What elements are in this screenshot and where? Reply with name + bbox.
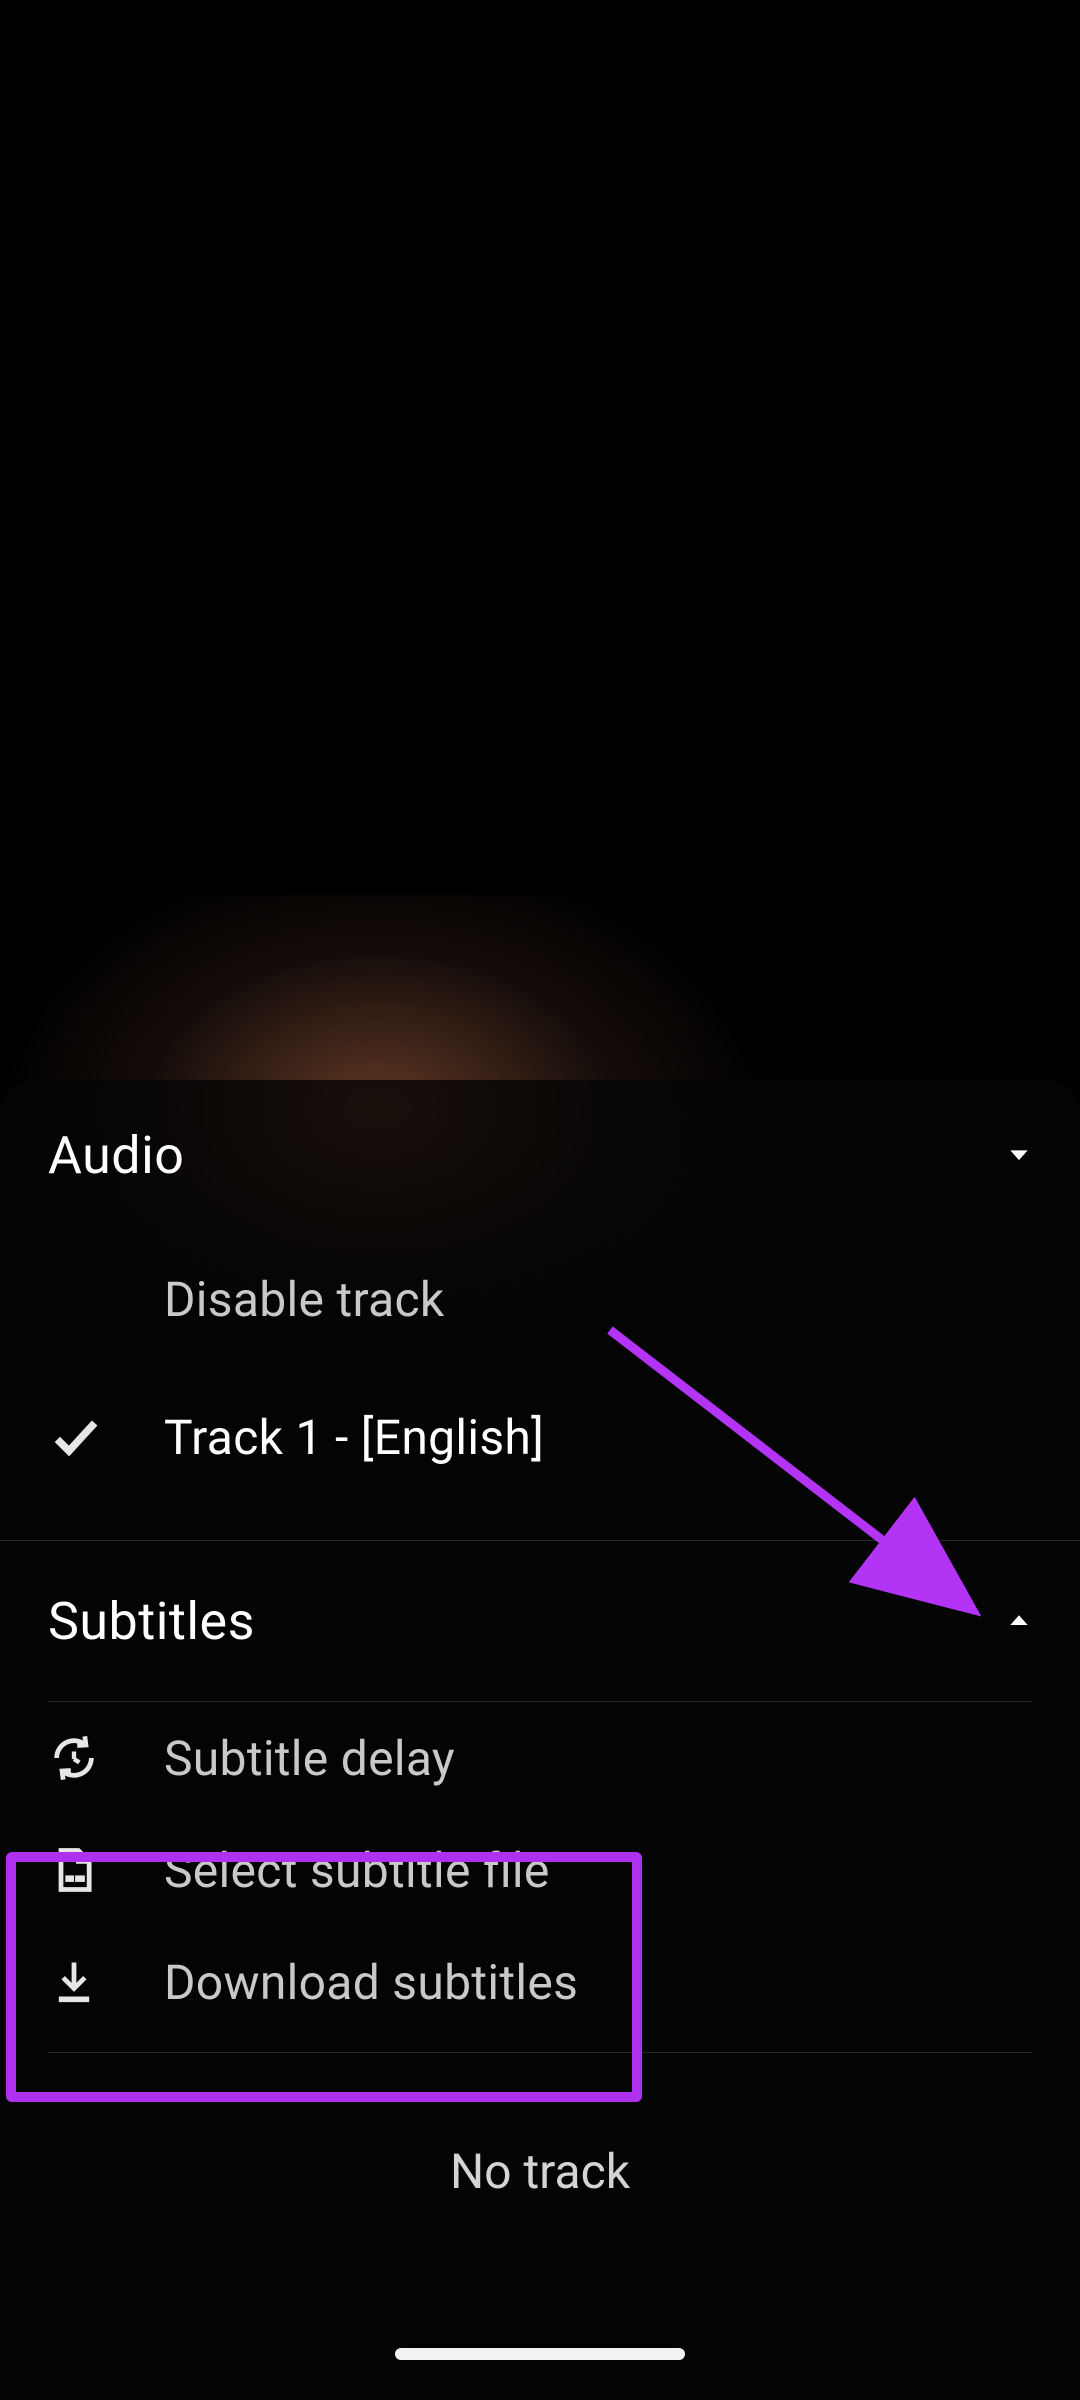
sync-icon xyxy=(48,1732,100,1784)
audio-track-label: Track 1 - [English] xyxy=(164,1409,544,1466)
caret-up-icon xyxy=(1006,1612,1032,1630)
subtitle-delay-row[interactable]: Subtitle delay xyxy=(0,1702,1080,1814)
audio-disable-track-row[interactable]: Disable track xyxy=(0,1230,1080,1368)
download-subtitles-row[interactable]: Download subtitles xyxy=(0,1926,1080,2038)
subtitles-section-title: Subtitles xyxy=(48,1591,255,1652)
download-icon xyxy=(48,1956,100,2008)
caret-down-icon xyxy=(1006,1146,1032,1164)
select-subtitle-file-row[interactable]: Select subtitle file xyxy=(0,1814,1080,1926)
download-subtitles-label: Download subtitles xyxy=(164,1954,578,2011)
subtitle-file-icon xyxy=(48,1844,100,1896)
audio-disable-track-label: Disable track xyxy=(164,1271,445,1328)
audio-subtitles-sheet: Audio Disable track Track 1 - [English] … xyxy=(0,1080,1080,2400)
gesture-bar xyxy=(395,2348,685,2360)
subtitles-section-header[interactable]: Subtitles xyxy=(0,1541,1080,1701)
select-subtitle-file-label: Select subtitle file xyxy=(164,1842,550,1899)
audio-section-header[interactable]: Audio xyxy=(0,1080,1080,1230)
audio-section-title: Audio xyxy=(48,1125,184,1186)
audio-track-row[interactable]: Track 1 - [English] xyxy=(0,1368,1080,1506)
no-subtitle-track-label: No track xyxy=(0,2053,1080,2200)
check-icon xyxy=(48,1409,104,1465)
subtitle-delay-label: Subtitle delay xyxy=(164,1730,455,1787)
